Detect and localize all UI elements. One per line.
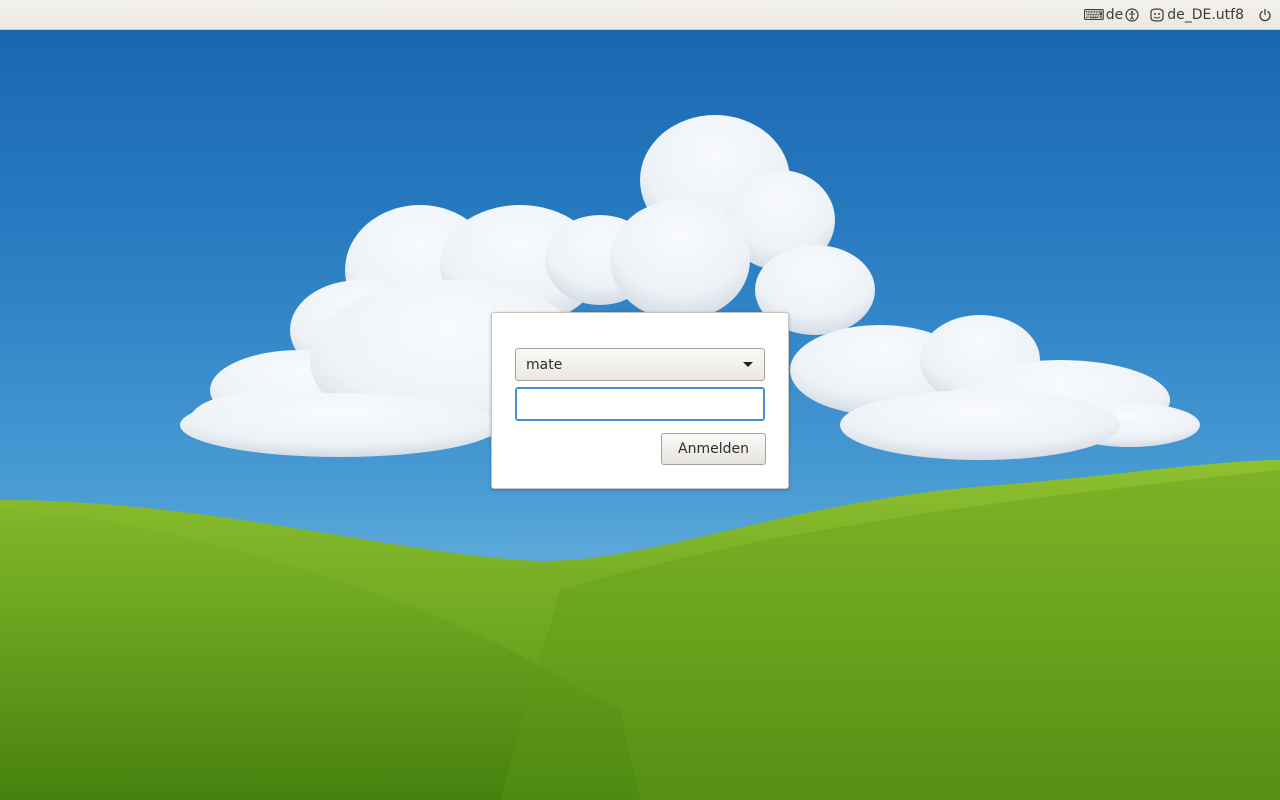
login-screen: ⌨ de de_DE.utf8 mate Anmelden bbox=[0, 0, 1280, 800]
top-panel: ⌨ de de_DE.utf8 bbox=[0, 0, 1280, 30]
password-input[interactable] bbox=[515, 387, 765, 421]
language-label: de_DE.utf8 bbox=[1167, 7, 1244, 23]
session-icon bbox=[1150, 8, 1164, 22]
keyboard-layout-indicator[interactable]: ⌨ de bbox=[1083, 0, 1125, 30]
panel-indicators: ⌨ de de_DE.utf8 bbox=[1083, 0, 1272, 30]
power-menu[interactable] bbox=[1258, 0, 1272, 30]
language-indicator[interactable]: de_DE.utf8 bbox=[1165, 0, 1258, 30]
selected-user: mate bbox=[526, 356, 563, 373]
login-dialog: mate Anmelden bbox=[491, 312, 789, 489]
keyboard-icon: ⌨ bbox=[1083, 6, 1105, 24]
session-indicator[interactable] bbox=[1149, 0, 1165, 30]
chevron-down-icon bbox=[743, 362, 753, 367]
accessibility-indicator[interactable] bbox=[1125, 0, 1149, 30]
keyboard-layout-label: de bbox=[1105, 7, 1124, 23]
login-button[interactable]: Anmelden bbox=[661, 433, 766, 465]
power-icon bbox=[1259, 8, 1271, 22]
user-select-dropdown[interactable]: mate bbox=[515, 348, 765, 381]
accessibility-icon bbox=[1125, 8, 1139, 22]
